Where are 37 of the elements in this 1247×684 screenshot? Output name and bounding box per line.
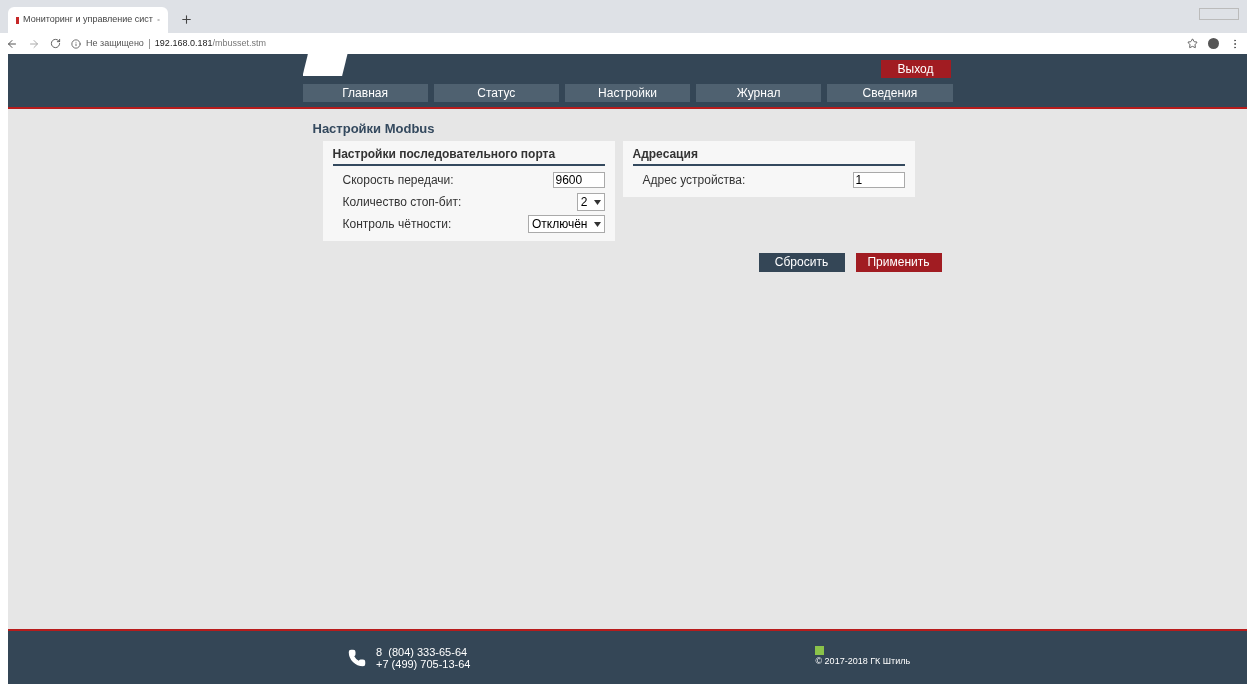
security-label: Не защищено (86, 36, 144, 50)
page-title: Настройки Modbus (312, 120, 436, 138)
back-icon[interactable] (6, 37, 18, 50)
action-button[interactable]: Сбросить (758, 252, 845, 272)
logout-button[interactable]: Выход (880, 60, 951, 78)
field-label: Скорость передачи: (342, 172, 454, 189)
nav-tab[interactable]: Сведения (827, 84, 953, 102)
dropdown-arrow-icon (593, 221, 601, 227)
nav-tab[interactable]: Настройки (564, 84, 691, 102)
nav-tab[interactable]: Журнал (696, 84, 822, 102)
star-icon[interactable] (1187, 38, 1198, 49)
info-icon[interactable] (71, 38, 81, 49)
action-button[interactable]: Применить (855, 252, 942, 272)
browser-tab[interactable]: Мониторинг и управление сист (8, 7, 168, 33)
field-label: Количество стоп-бит: (342, 194, 462, 211)
phone-number: 8 (804) 333-65-64 (376, 645, 469, 658)
input-field[interactable]: 1 (852, 172, 905, 188)
phone-icon (348, 648, 366, 667)
select-field[interactable]: Отключён (528, 215, 605, 233)
broken-image-icon (815, 646, 825, 656)
phone-number: +7 (499) 705-13-64 (376, 657, 471, 670)
panel-title: Адресация (632, 144, 905, 166)
select-field[interactable]: 2 (576, 193, 605, 211)
dropdown-arrow-icon (593, 199, 601, 205)
field-label: Адрес устройства: (642, 172, 746, 189)
account-icon[interactable] (1208, 38, 1219, 49)
site-icon (16, 16, 20, 24)
address-bar[interactable]: 192.168.0.181/mbusset.stm (154, 36, 266, 51)
input-field[interactable]: 9600 (552, 172, 605, 188)
new-tab-icon[interactable] (180, 13, 193, 26)
field-label: Контроль чётности: (342, 216, 452, 233)
tab-title: Мониторинг и управление сист (23, 13, 153, 27)
panel-title: Настройки последовательного порта (332, 144, 605, 166)
nav-tab[interactable]: Статус (433, 84, 559, 102)
copyright: © 2017-2018 ГК Штиль (815, 655, 911, 669)
nav-tab[interactable]: Главная (302, 84, 428, 102)
reload-icon[interactable] (50, 38, 61, 49)
